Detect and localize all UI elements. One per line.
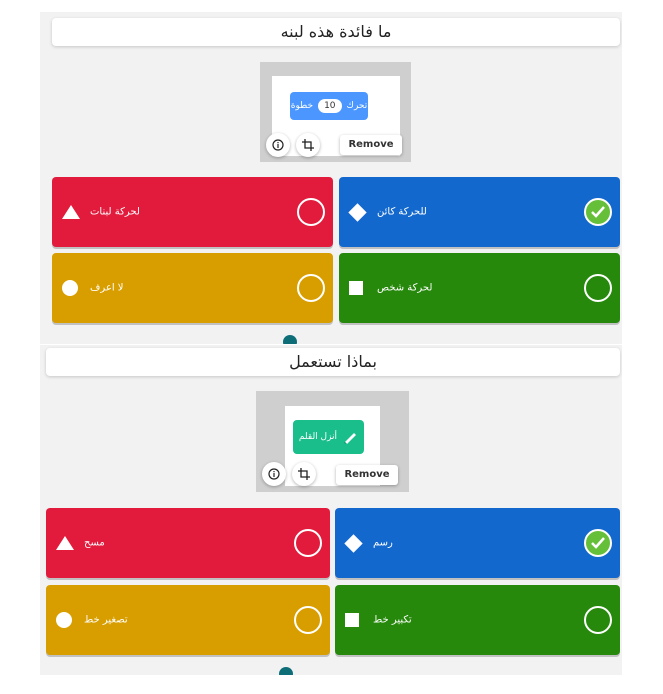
answer-label: تكبير خط: [373, 614, 412, 626]
diamond-icon: [344, 534, 363, 553]
question-image: أنزل القلم Remove: [256, 391, 409, 492]
answer-check-toggle[interactable]: [584, 274, 612, 302]
diamond-icon: [348, 203, 367, 222]
block-value: 10: [318, 99, 342, 113]
answer-check-toggle[interactable]: [294, 606, 322, 634]
checkmark-icon: [591, 537, 605, 549]
add-question-button[interactable]: [279, 667, 293, 675]
question-image: خطوة 10 تحرك Remove: [260, 62, 411, 162]
circle-icon: [62, 280, 78, 296]
question-panel-1: ما فائدة هذه لبنه خطوة 10 تحرك Remove لح…: [40, 12, 622, 344]
answer-check-toggle[interactable]: [584, 606, 612, 634]
answer-option-2[interactable]: رسم: [335, 508, 620, 578]
crop-icon[interactable]: [292, 462, 316, 486]
question-title: بماذا تستعمل: [46, 348, 620, 376]
square-icon: [345, 613, 359, 627]
checkmark-icon: [591, 206, 605, 218]
answer-label: لا اعرف: [90, 282, 124, 294]
block-text: تحرك: [346, 101, 368, 111]
answer-check-toggle[interactable]: [584, 529, 612, 557]
answer-label: لحركة لبنات: [90, 206, 140, 218]
add-question-button[interactable]: [283, 335, 297, 344]
block-unit: خطوة: [290, 101, 314, 111]
circle-icon: [56, 612, 72, 628]
question-panel-2: بماذا تستعمل أنزل القلم Remove مسح رسم ت…: [40, 345, 622, 675]
answer-label: مسح: [84, 537, 105, 549]
answer-check-toggle[interactable]: [584, 198, 612, 226]
scratch-pen-block: أنزل القلم: [293, 420, 364, 454]
answer-label: للحركة كائن: [377, 206, 427, 218]
answer-check-toggle[interactable]: [297, 274, 325, 302]
info-icon[interactable]: [262, 462, 286, 486]
question-title: ما فائدة هذه لبنه: [52, 18, 620, 46]
answer-option-1[interactable]: لحركة لبنات: [52, 177, 333, 247]
answer-label: رسم: [373, 537, 393, 549]
remove-image-button[interactable]: Remove: [340, 135, 402, 155]
answer-option-4[interactable]: لحركة شخص: [339, 253, 620, 323]
triangle-icon: [56, 536, 74, 550]
crop-icon[interactable]: [296, 133, 320, 157]
answer-check-toggle[interactable]: [297, 198, 325, 226]
answer-option-2[interactable]: للحركة كائن: [339, 177, 620, 247]
answer-option-3[interactable]: لا اعرف: [52, 253, 333, 323]
square-icon: [349, 281, 363, 295]
info-icon[interactable]: [266, 133, 290, 157]
answer-check-toggle[interactable]: [294, 529, 322, 557]
pen-icon: [344, 433, 357, 444]
answer-label: لحركة شخص: [377, 282, 433, 294]
block-text: أنزل القلم: [298, 432, 338, 442]
scratch-move-block: خطوة 10 تحرك: [290, 92, 368, 120]
answer-label: تصغير خط: [84, 614, 128, 626]
answer-option-3[interactable]: تصغير خط: [46, 585, 330, 655]
answer-option-4[interactable]: تكبير خط: [335, 585, 620, 655]
remove-image-button[interactable]: Remove: [336, 465, 398, 485]
triangle-icon: [62, 205, 80, 219]
answer-option-1[interactable]: مسح: [46, 508, 330, 578]
